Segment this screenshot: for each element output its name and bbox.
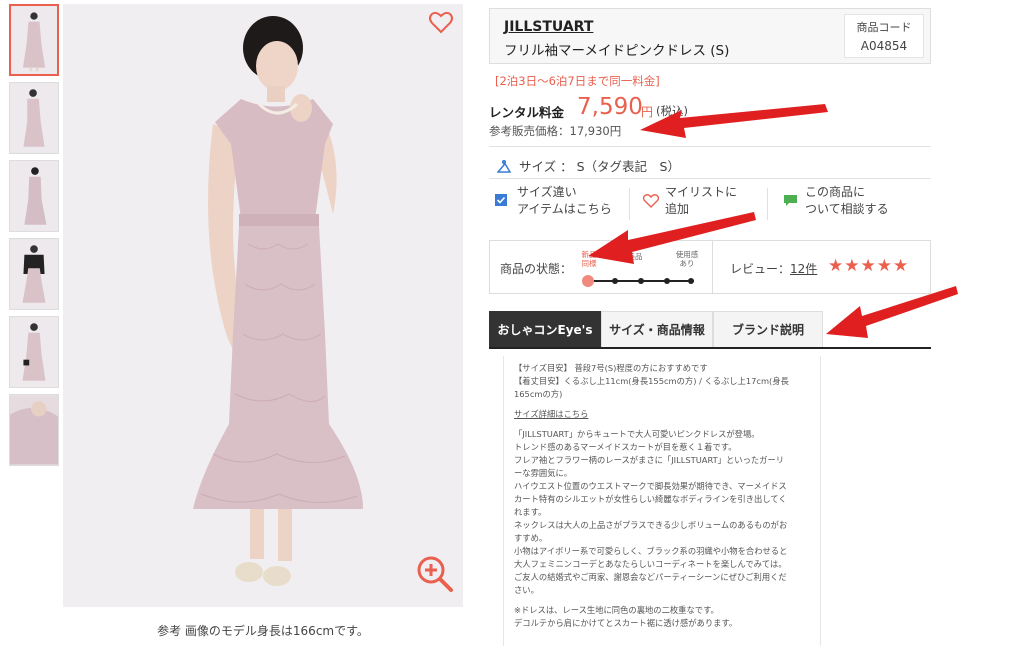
- description-line: カート特有のシルエットが女性らしい綺麗なボディラインを引き出してく: [514, 494, 787, 504]
- status-separator: [712, 241, 713, 293]
- add-to-mylist-button[interactable]: マイリストに 追加: [643, 184, 761, 224]
- description-note: ※ドレスは、レース生地に同色の裏地の二枚重なです。: [514, 605, 719, 615]
- star-icon: ★: [828, 256, 845, 276]
- divider: [489, 178, 931, 179]
- description-line: 大人フェミニンコーデとあなたらしいコーディネートを楽しんでみては。: [514, 559, 787, 569]
- checkbox-icon[interactable]: [495, 194, 507, 206]
- thumbnail-5[interactable]: [9, 316, 59, 388]
- product-code-value: A04854: [860, 39, 908, 53]
- tab-size-info[interactable]: サイズ・商品情報: [601, 311, 713, 347]
- star-icon: ★: [844, 256, 861, 276]
- reference-price: 参考販売価格：17,930円: [489, 124, 622, 138]
- divider: [489, 146, 931, 147]
- size-text: サイズ ： S（タグ表記 S）: [519, 159, 680, 174]
- description-line: 小物はアイボリー系で可愛らしく、ブラック系の羽織や小物を合わせると: [514, 546, 788, 556]
- description-line: れます。: [514, 507, 547, 517]
- size-variant-link[interactable]: サイズ違いアイテムはこちら: [495, 184, 623, 224]
- rental-price-currency: 円: [641, 105, 654, 119]
- thumbnail-1[interactable]: [9, 4, 59, 76]
- model-height-caption: 参考 画像のモデル身長は166cmです。: [157, 624, 369, 638]
- condition-level-label: 美品: [627, 252, 643, 261]
- star-icon: ★: [876, 256, 893, 276]
- chat-bubble-icon: [784, 195, 797, 206]
- review-label: レビュー：: [730, 262, 791, 276]
- hanger-icon: [496, 159, 512, 173]
- action-separator: [629, 188, 630, 220]
- main-product-photo[interactable]: [63, 4, 463, 607]
- tab-oshacon-eyes[interactable]: おしゃコンEye's: [489, 311, 601, 347]
- condition-dot: [688, 278, 694, 284]
- thumbnail-3[interactable]: [9, 160, 59, 232]
- description-line: ネックレスは大人の上品さがプラスできる少しボリュームのあるものがお: [514, 520, 788, 530]
- star-icon: ★: [893, 256, 910, 276]
- condition-dot: [638, 278, 644, 284]
- thumbnail-2[interactable]: [9, 82, 59, 154]
- description-line: さい。: [514, 585, 539, 595]
- consult-line1: この商品に: [805, 185, 866, 199]
- action-separator: [767, 188, 768, 220]
- size-detail-link[interactable]: サイズ詳細はこちら: [514, 408, 820, 421]
- thumbnail-4[interactable]: [9, 238, 59, 310]
- description-line: 【着丈目安】くるぶし上11cm(身長155cmの方) / くるぶし上17cm(身…: [514, 376, 789, 386]
- rental-price-value: 7,590: [577, 94, 643, 120]
- condition-dot: [612, 278, 618, 284]
- tab-brand-description[interactable]: ブランド説明: [713, 311, 823, 347]
- size-info: サイズ ： S（タグ表記 S）: [496, 156, 680, 175]
- description-line: トレンド感のあるマーメイドスカートが目を惹く１着です。: [514, 442, 737, 452]
- condition-label: 商品の状態：: [500, 262, 573, 276]
- condition-dot-active: [582, 275, 594, 287]
- mylist-line2: 追加: [665, 202, 690, 216]
- product-code-label: 商品コード: [856, 21, 912, 34]
- favorite-heart-icon[interactable]: [428, 10, 454, 36]
- review-count-link[interactable]: 12件: [790, 262, 817, 276]
- heart-outline-icon: [643, 194, 659, 208]
- rental-price-label: レンタル料金: [489, 105, 565, 120]
- description-line: ご友人の結婚式やご両家、謝恩会などパーティーシーンにぜひご利用くだ: [514, 572, 787, 582]
- description-line: 「JILLSTUART」からキュートで大人可愛いピンクドレスが登場。: [514, 429, 760, 439]
- condition-scale: 新品 同様 美品 使用感 あり: [582, 249, 702, 289]
- review-summary: レビュー：12件: [730, 260, 817, 277]
- mylist-line1: マイリストに: [665, 185, 738, 199]
- tax-included-note: (税込): [656, 104, 688, 118]
- description-line: ーな雰囲気に。: [514, 468, 573, 478]
- consult-line2: ついて相談する: [805, 202, 889, 216]
- description-line: ハイウエスト位置のウエストマークで脚長効果が期待でき、マーメイドス: [514, 481, 787, 491]
- condition-level-label: 使用感 あり: [675, 250, 699, 268]
- description-line: 【サイズ目安】 普段7号(S)程度の方におすすめです: [514, 363, 708, 373]
- model-figure: [63, 4, 463, 607]
- condition-review-box: 商品の状態： 新品 同様 美品 使用感 あり レビュー：12件 ★★★★★: [489, 240, 931, 294]
- size-variant-line2: アイテムはこちら: [517, 202, 612, 216]
- product-name: フリル袖マーメイドピンクドレス (S): [504, 43, 730, 59]
- rental-period-note: [2泊3日〜6泊7日まで同一料金]: [495, 74, 660, 88]
- rating-stars: ★★★★★: [828, 256, 909, 276]
- zoom-in-icon[interactable]: [415, 554, 455, 594]
- description-line: フレア袖とフラワー柄のレースがまさに「JILLSTUART」といったガーリ: [514, 455, 785, 465]
- consult-button[interactable]: この商品について相談する: [783, 184, 923, 224]
- description-panel: 【サイズ目安】 普段7号(S)程度の方におすすめです 【着丈目安】くるぶし上11…: [503, 356, 821, 646]
- condition-dot: [664, 278, 670, 284]
- description-line: 165cmの方): [514, 389, 563, 399]
- brand-link[interactable]: JILLSTUART: [504, 19, 593, 35]
- star-icon: ★: [860, 256, 877, 276]
- condition-level-label: 新品 同様: [581, 250, 597, 268]
- description-line: すすめ。: [514, 533, 548, 543]
- description-note: デコルテから肩にかけてとスカート裾に透け感があります。: [514, 618, 738, 628]
- info-tabs: おしゃコンEye's サイズ・商品情報 ブランド説明: [489, 311, 931, 349]
- product-header: JILLSTUART フリル袖マーメイドピンクドレス (S) 商品コード A04…: [489, 8, 931, 64]
- size-variant-line1: サイズ違い: [517, 185, 577, 199]
- product-code-box: 商品コード A04854: [844, 14, 924, 58]
- thumbnail-6[interactable]: [9, 394, 59, 466]
